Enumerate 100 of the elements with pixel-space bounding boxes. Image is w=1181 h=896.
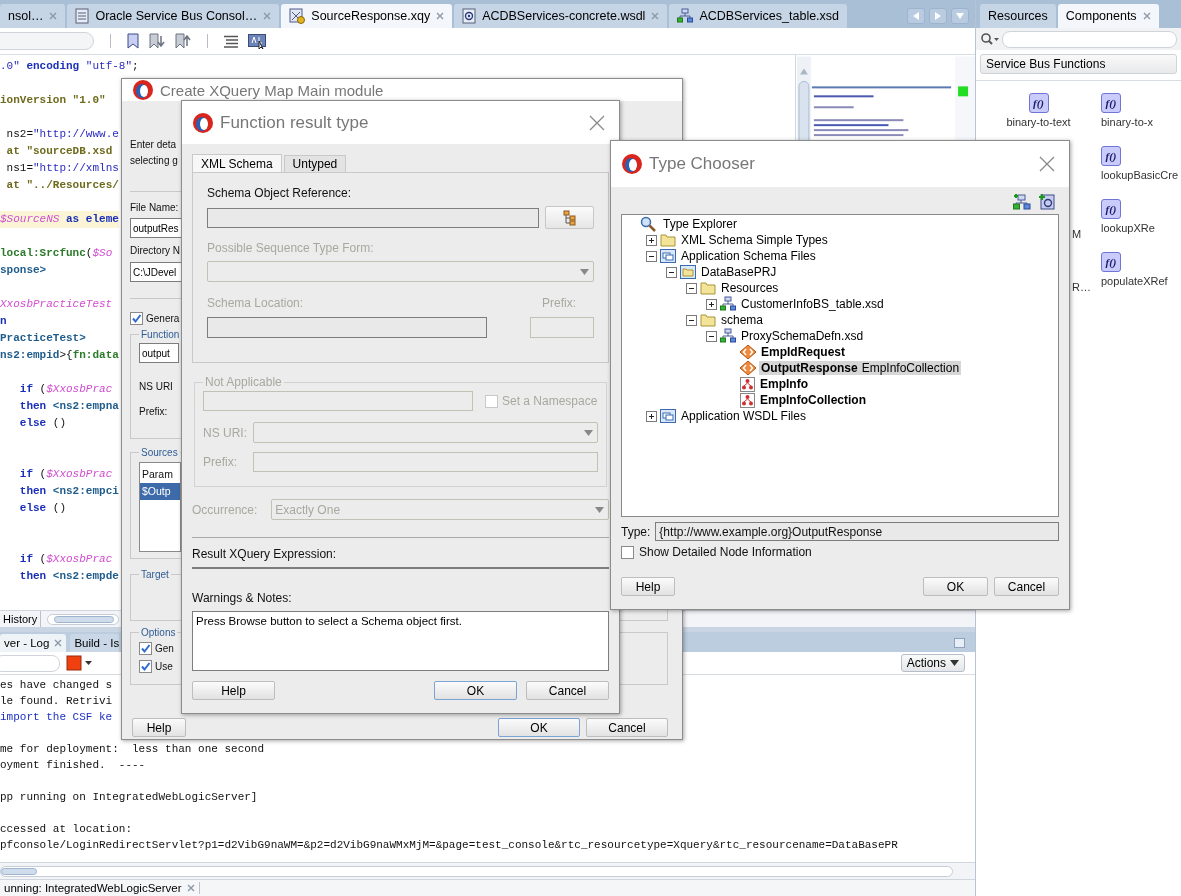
panel-tab[interactable]: Resources [980, 4, 1056, 28]
stop-icon[interactable] [66, 655, 92, 671]
panel-tab[interactable]: Components [1057, 4, 1159, 28]
tree-toggle-icon[interactable] [666, 266, 677, 278]
scroll-right-button[interactable] [929, 8, 947, 24]
left-arrow-icon [913, 12, 919, 20]
list-item[interactable]: $Outp [140, 483, 180, 500]
tree-item[interactable]: EmpIdRequest [759, 345, 847, 359]
section-header[interactable]: Service Bus Functions [980, 54, 1177, 74]
tree-item[interactable]: EmpInfo [758, 377, 810, 391]
dialog-button[interactable]: Cancel [586, 718, 668, 737]
directory-field[interactable]: C:\JDevel [130, 262, 182, 282]
dialog-button[interactable]: OK [498, 718, 580, 737]
tree-item[interactable]: Application Schema Files [679, 249, 818, 263]
tree-item[interactable]: Type Explorer [661, 217, 740, 231]
function-name-field[interactable]: output [139, 343, 179, 363]
close-icon[interactable] [651, 12, 660, 20]
tree-toggle-icon[interactable] [686, 282, 697, 294]
field-label: Prefix: [203, 455, 238, 469]
function-icon[interactable]: f() [1101, 93, 1121, 113]
close-icon[interactable] [186, 884, 195, 892]
function-icon[interactable]: f() [1028, 93, 1049, 113]
tree-item[interactable]: DataBasePRJ [699, 265, 779, 279]
bookmark-up-icon[interactable] [175, 33, 191, 49]
add-document-icon[interactable] [1039, 193, 1055, 210]
tree-toggle-icon[interactable] [706, 330, 717, 342]
prefix-field[interactable] [530, 317, 594, 338]
text-field[interactable] [203, 391, 473, 411]
tree-item[interactable]: CustomerInfoBS_table.xsd [739, 297, 886, 311]
tree-toggle-icon[interactable] [646, 234, 657, 246]
editor-tab[interactable]: nsol… [0, 4, 66, 28]
function-icon[interactable]: f() [1101, 252, 1121, 272]
editor-tab[interactable]: ACDBServices-concrete.wsdl [454, 4, 668, 28]
close-icon[interactable] [436, 12, 445, 20]
horizontal-scrollbar[interactable] [47, 613, 120, 625]
tree-toggle-icon[interactable] [646, 250, 657, 262]
function-label[interactable]: M [1072, 228, 1082, 240]
checkbox[interactable] [139, 660, 152, 673]
tree-item[interactable]: XML Schema Simple Types [679, 233, 830, 247]
function-label[interactable]: populateXRef [1101, 275, 1168, 287]
checkbox-label: Use [155, 661, 173, 672]
text-field[interactable] [253, 452, 598, 472]
search-field[interactable] [1002, 30, 1177, 48]
format-icon[interactable] [248, 33, 266, 49]
search-icon[interactable] [980, 32, 1000, 46]
help-button[interactable]: Help [621, 577, 675, 596]
bookmark-icon[interactable] [127, 33, 139, 49]
function-label[interactable]: binary-to-text [1006, 116, 1071, 128]
list-item[interactable]: Param [140, 466, 180, 483]
function-icon[interactable]: f() [1101, 199, 1121, 219]
function-icon[interactable]: f() [1101, 146, 1121, 166]
tree-toggle-icon[interactable] [686, 314, 697, 326]
code-line: then <ns2:empde [18, 569, 119, 584]
tab[interactable]: Untyped [283, 155, 347, 172]
tree-item[interactable]: EmpInfoCollection [758, 393, 868, 407]
checkbox[interactable] [621, 545, 634, 559]
function-label[interactable]: lookupXRe [1101, 222, 1155, 234]
close-icon[interactable] [263, 12, 272, 20]
search-field[interactable] [0, 654, 60, 672]
tree-item[interactable]: OutputResponse EmpInfoCollection [759, 361, 962, 375]
log-tab[interactable]: Build - Is [70, 634, 120, 652]
schema-location-field[interactable] [207, 317, 487, 338]
search-field[interactable] [0, 32, 94, 50]
tree-item[interactable]: Resources [719, 281, 781, 295]
scroll-left-button[interactable] [907, 8, 925, 24]
minimize-button[interactable] [954, 638, 965, 648]
horizontal-scrollbar[interactable] [0, 865, 953, 877]
tree-toggle-icon[interactable] [706, 298, 717, 310]
tree-toggle-icon[interactable] [646, 410, 657, 422]
editor-tab[interactable]: Oracle Service Bus Consol… [67, 4, 280, 28]
help-button[interactable]: Help [192, 681, 275, 700]
list-icon[interactable] [224, 34, 238, 48]
editor-tab[interactable]: SourceResponse.xqy [281, 4, 453, 28]
schema-reference-field[interactable] [207, 207, 539, 228]
tab[interactable]: XML Schema [192, 154, 282, 172]
tree-item[interactable]: ProxySchemaDefn.xsd [739, 329, 866, 343]
function-label[interactable]: R… [1072, 281, 1091, 293]
dialog-button[interactable]: OK [923, 577, 988, 596]
checkbox[interactable] [130, 312, 143, 325]
function-label[interactable]: binary-to-x [1101, 116, 1153, 128]
log-tab[interactable]: ver - Log [0, 634, 67, 652]
editor-tab[interactable]: ACDBServices_table.xsd [669, 4, 848, 28]
dialog-button[interactable]: Cancel [526, 681, 609, 700]
checkbox[interactable] [139, 642, 152, 655]
close-icon[interactable] [1142, 12, 1151, 20]
add-hierarchy-icon[interactable] [1013, 193, 1031, 210]
tree-item[interactable]: Application WSDL Files [679, 409, 808, 423]
close-icon[interactable] [49, 12, 58, 20]
file-name-field[interactable]: outputRes [130, 218, 182, 238]
function-label[interactable]: lookupBasicCre [1101, 169, 1179, 181]
browse-button[interactable] [545, 206, 594, 229]
help-button[interactable]: Help [132, 718, 186, 737]
dialog-button[interactable]: Cancel [994, 577, 1059, 596]
tab-list-button[interactable] [951, 8, 969, 24]
bookmark-down-icon[interactable] [149, 33, 165, 49]
close-icon[interactable] [54, 639, 63, 647]
dialog-button[interactable]: OK [434, 681, 517, 700]
tree-item[interactable]: schema [719, 313, 766, 327]
actions-button[interactable]: Actions [900, 654, 965, 672]
status-tab[interactable]: unning: IntegratedWebLogicServer [0, 882, 200, 894]
